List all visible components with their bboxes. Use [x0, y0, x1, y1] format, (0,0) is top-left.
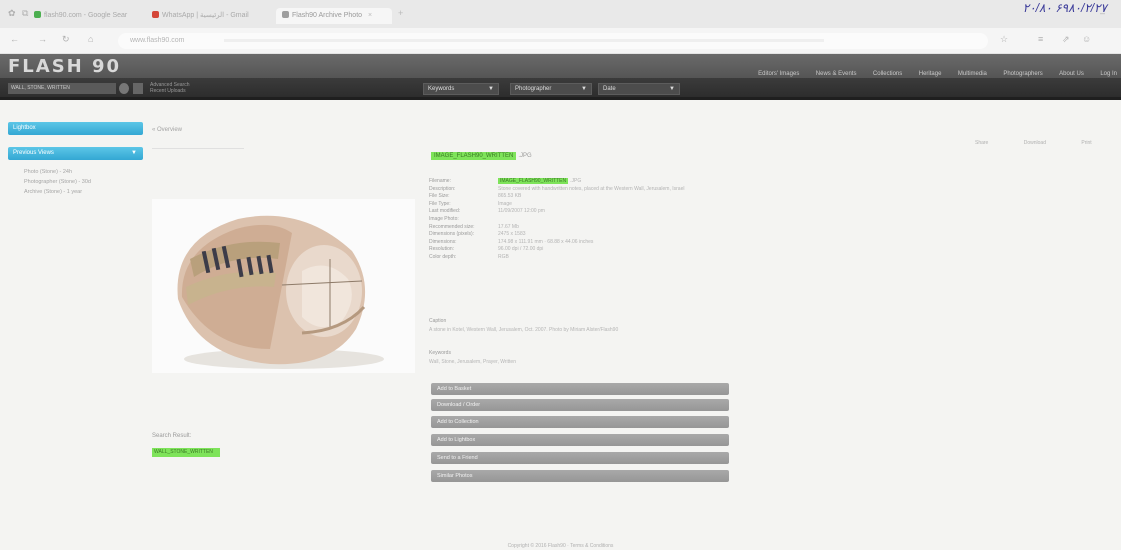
filter-photographer-select[interactable]: Photographer ▼: [510, 83, 592, 95]
caption-text: A stone in Kotel, Western Wall, Jerusale…: [429, 327, 619, 333]
recent-uploads-label: Recent Uploads: [150, 88, 186, 94]
metadata-row: Color depth: RGB: [429, 253, 509, 260]
search-result-label: Search Result:: [152, 433, 192, 439]
new-tab-icon[interactable]: +: [398, 8, 403, 18]
tab-favicon-icon: [152, 11, 159, 18]
search-go-button[interactable]: [133, 83, 143, 94]
image-tools: Share Download Print: [975, 140, 1121, 146]
nav-news-events[interactable]: News & Events: [816, 71, 857, 77]
file-extension: .JPG: [518, 153, 532, 159]
forward-icon[interactable]: →: [38, 34, 47, 44]
browser-tab-bar: ✿ ⧉ flash90.com - Google Sear WhatsApp |…: [0, 0, 1121, 28]
accordion-add-to-basket[interactable]: Add to Basket: [431, 383, 729, 395]
accordion-add-to-collection[interactable]: Add to Collection: [431, 416, 729, 428]
nav-photographers[interactable]: Photographers: [1003, 71, 1042, 77]
search-icon[interactable]: [119, 83, 129, 94]
tab-gmail[interactable]: WhatsApp | الرئيسية - Gmail: [152, 8, 272, 24]
tab-favicon-icon: [282, 11, 289, 18]
account-icon[interactable]: ☺: [1082, 34, 1091, 44]
metadata-row: Filename: IMAGE_FLASH90_WRITTEN .JPG: [429, 178, 582, 184]
metadata-row: Last modified: 11/09/2007 12:00 pm: [429, 208, 545, 215]
search-bar: WALL, STONE, WRITTEN Advanced Search Rec…: [0, 78, 1121, 100]
file-title: IMAGE_FLASH90_WRITTEN .JPG: [431, 152, 532, 160]
list-item[interactable]: Photographer (Stone) - 30d: [24, 177, 91, 187]
browser-toolbar: ← → ↻ ⌂ www.flash90.com ☆ ≡ ⇗ ☺ –: [0, 8, 1121, 54]
metadata-row: Resolution: 96.00 dpi / 72.00 dpi: [429, 246, 544, 253]
tab-favicon-icon: [34, 11, 41, 18]
back-icon[interactable]: ←: [10, 34, 19, 44]
window-menu-icon[interactable]: ✿: [8, 8, 16, 19]
tab-flash90-archive[interactable]: Flash90 Archive Photo ×: [276, 8, 392, 24]
breadcrumb[interactable]: « Overview: [152, 127, 182, 133]
tab-close-icon[interactable]: ×: [368, 12, 372, 19]
search-result-tag[interactable]: WALL_STONE_WRITTEN: [152, 448, 220, 457]
address-url: www.flash90.com: [130, 37, 185, 44]
accordion-add-to-lightbox[interactable]: Add to Lightbox: [431, 434, 729, 446]
filter-date-select[interactable]: Date ▼: [598, 83, 680, 95]
bookmark-icon[interactable]: ☆: [1000, 34, 1008, 45]
address-tail: [224, 38, 825, 42]
share-link[interactable]: Share: [975, 140, 988, 146]
metadata-row: Image Photo:: [429, 215, 459, 222]
nav-heritage[interactable]: Heritage: [919, 71, 942, 77]
keywords-text: Wall, Stone, Jerusalem, Prayer, Written: [429, 359, 516, 365]
file-name-highlight: IMAGE_FLASH90_WRITTEN: [431, 152, 517, 160]
chevron-down-icon: ▼: [581, 86, 587, 92]
site-header: FLASH 90 Editors' Images News & Events C…: [0, 54, 1121, 78]
footer: Copyright © 2016 Flash90 · Terms & Condi…: [507, 543, 614, 549]
share-icon[interactable]: ⇗: [1062, 34, 1070, 45]
metadata-row: Description: Stone covered with handwritt…: [429, 185, 685, 192]
address-bar[interactable]: www.flash90.com: [118, 33, 988, 49]
nav-multimedia[interactable]: Multimedia: [958, 71, 987, 77]
divider: [152, 148, 244, 149]
nav-editors-images[interactable]: Editors' Images: [758, 71, 799, 77]
handwritten-annotation: ۲۰/۸۰ ۶۹۸۰/۲/۲۷: [1022, 1, 1107, 15]
search-input[interactable]: WALL, STONE, WRITTEN: [8, 83, 116, 94]
chevron-down-icon: ▼: [488, 86, 494, 92]
minimize-icon[interactable]: –: [1100, 8, 1105, 18]
nav-about[interactable]: About Us: [1059, 71, 1084, 77]
list-item[interactable]: Photo (Stone) - 24h: [24, 167, 91, 177]
list-item[interactable]: Archive (Stone) - 1 year: [24, 187, 91, 197]
accordion-send-to-friend[interactable]: Send to a Friend: [431, 452, 729, 464]
metadata-row: File Size: 865.53 KB: [429, 193, 522, 200]
filter-keywords-select[interactable]: Keywords ▼: [423, 83, 499, 95]
tab-google-search[interactable]: flash90.com - Google Sear: [34, 8, 148, 24]
download-link[interactable]: Download: [1024, 140, 1046, 146]
keywords-heading: Keywords: [429, 350, 451, 356]
previous-views-button[interactable]: Previous Views ▼: [8, 147, 143, 160]
stone-image: [177, 215, 384, 369]
metadata-row: Dimensions: 174.98 x 111.91 mm · 68.88 x …: [429, 238, 594, 245]
site-logo[interactable]: FLASH 90: [8, 56, 121, 77]
accordion-similar-photos[interactable]: Similar Photos: [431, 470, 729, 482]
accordion-download-order[interactable]: Download / Order: [431, 399, 729, 411]
caption-heading: Caption: [429, 318, 447, 324]
metadata-table: Filename: IMAGE_FLASH90_WRITTEN .JPG Descr…: [429, 178, 684, 262]
nav-collections[interactable]: Collections: [873, 71, 902, 77]
metadata-row: Recommended size: 17.67 Mb: [429, 223, 519, 230]
metadata-row: Dimensions (pixels): 2475 x 1583: [429, 231, 526, 238]
previous-views-list: Photo (Stone) - 24h Photographer (Stone)…: [24, 167, 91, 197]
print-link[interactable]: Print: [1081, 140, 1091, 146]
home-icon[interactable]: ⌂: [88, 34, 93, 44]
chevron-down-icon: ▼: [131, 150, 137, 156]
preview-photo[interactable]: [152, 199, 415, 373]
window-tabs-icon[interactable]: ⧉: [22, 8, 28, 19]
nav-login[interactable]: Log In: [1100, 71, 1117, 77]
reload-icon[interactable]: ↻: [62, 34, 70, 45]
lightbox-button[interactable]: Lightbox: [8, 122, 143, 135]
metadata-row: File Type: Image: [429, 200, 512, 207]
extensions-icon[interactable]: ≡: [1038, 34, 1043, 44]
advanced-search-link[interactable]: Advanced Search Recent Uploads: [150, 82, 189, 94]
chevron-down-icon: ▼: [669, 86, 675, 92]
